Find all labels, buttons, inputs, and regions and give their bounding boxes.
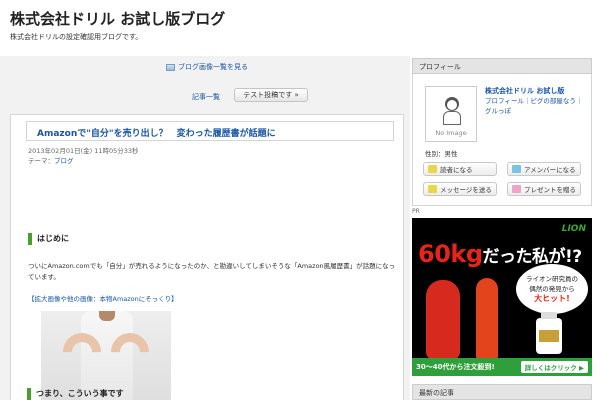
reader-button-label: 読者になる: [440, 166, 473, 174]
amember-button-label: アメンバーになる: [524, 166, 576, 174]
ad-bottle: [536, 312, 562, 354]
entry-title[interactable]: Amazonで"自分"を売り出し？ 変わった履歴書が話題に: [26, 121, 394, 141]
enlarge-image-link[interactable]: 【拡大画像や他の画像：本物Amazonにそっくり】: [28, 293, 178, 303]
profile-sex: 性別：男性: [425, 150, 458, 158]
section-heading-summary: つまり、こういう事です: [27, 388, 124, 400]
profile-links[interactable]: プロフィール｜ピグの部屋なう｜グルっぽ: [485, 96, 585, 116]
ad-bubble-hit: 大ヒット!: [534, 294, 570, 303]
entry-date: 2013年02月01日(金) 11時05分33秒: [28, 147, 139, 155]
ad-bar: 30〜40代から注文殺到! 詳しくはクリック ▶: [412, 358, 592, 376]
message-icon: [428, 185, 437, 193]
latest-posts-heading: 最新の記事: [412, 384, 592, 400]
image-list-link[interactable]: ブログ画像一覧を見る: [166, 62, 248, 72]
ad-banner[interactable]: LION 60kgだった私が!? ライオン研究員の 偶然の発見から 大ヒット! …: [412, 218, 592, 376]
image-icon: [166, 63, 175, 71]
no-image-label: No Image: [435, 129, 467, 137]
photo-hair: [99, 311, 115, 321]
blog-title[interactable]: 株式会社ドリル お試し版ブログ: [10, 8, 225, 29]
next-post-button[interactable]: テスト投稿です »: [234, 88, 308, 102]
avatar-body: [443, 111, 461, 125]
present-button-label: プレゼントを贈る: [524, 186, 576, 194]
amember-icon: [512, 165, 521, 173]
ad-bubble-line1: ライオン研究員の: [526, 275, 578, 283]
ad-bubble: ライオン研究員の 偶然の発見から 大ヒット!: [516, 264, 588, 314]
ad-bottle-cap: [541, 312, 557, 319]
profile-heading: プロフィール: [412, 58, 592, 74]
ad-cta-button[interactable]: 詳しくはクリック ▶: [520, 361, 588, 373]
reader-icon: [428, 165, 437, 173]
blog-description: 株式会社ドリルの設定確認用ブログです。: [10, 33, 143, 41]
ad-bar-text: 30〜40代から注文殺到!: [416, 363, 495, 371]
present-button[interactable]: プレゼントを贈る: [507, 182, 581, 196]
avatar-face: [447, 100, 457, 110]
section-heading-intro: はじめに: [28, 233, 69, 245]
entry-photo[interactable]: [41, 311, 171, 400]
ad-brand: LION: [561, 224, 586, 234]
ad-figure-after: [476, 278, 498, 362]
profile-name[interactable]: 株式会社ドリル お試し版: [485, 86, 564, 96]
article-list-link[interactable]: 記事一覧: [192, 92, 220, 102]
blog-entry: Amazonで"自分"を売り出し？ 変わった履歴書が話題に 2013年02月01…: [10, 114, 404, 400]
theme-link[interactable]: ブログ: [54, 157, 74, 165]
sidebar: プロフィール No Image 株式会社ドリル お試し版 プロフィール｜ピグの部…: [412, 56, 600, 400]
ad-bubble-line2: 偶然の発見から: [529, 285, 575, 293]
main-column: ブログ画像一覧を見る 記事一覧 テスト投稿です » Amazonで"自分"を売り…: [0, 56, 410, 400]
ad-headline-big: 60kg: [418, 240, 483, 268]
image-list-link-label: ブログ画像一覧を見る: [178, 63, 248, 71]
entry-theme: テーマ：ブログ: [28, 155, 74, 165]
reader-button[interactable]: 読者になる: [423, 162, 497, 176]
message-button-label: メッセージを送る: [440, 186, 492, 194]
avatar[interactable]: No Image: [425, 86, 477, 142]
profile-box: No Image 株式会社ドリル お試し版 プロフィール｜ピグの部屋なう｜グルっ…: [412, 74, 592, 206]
ad-headline-rest: だった私が!?: [482, 247, 583, 267]
message-button[interactable]: メッセージを送る: [423, 182, 497, 196]
ad-bottle-label: [539, 330, 559, 342]
gift-icon: [512, 185, 521, 193]
amember-button[interactable]: アメンバーになる: [507, 162, 581, 176]
pr-label: PR: [412, 208, 420, 215]
entry-body-text: ついにAmazon.comでも「自分」が売れるようになったのか、と勘違いしてしま…: [28, 262, 396, 281]
theme-label: テーマ：: [28, 157, 54, 165]
ad-figure-before: [426, 280, 460, 360]
